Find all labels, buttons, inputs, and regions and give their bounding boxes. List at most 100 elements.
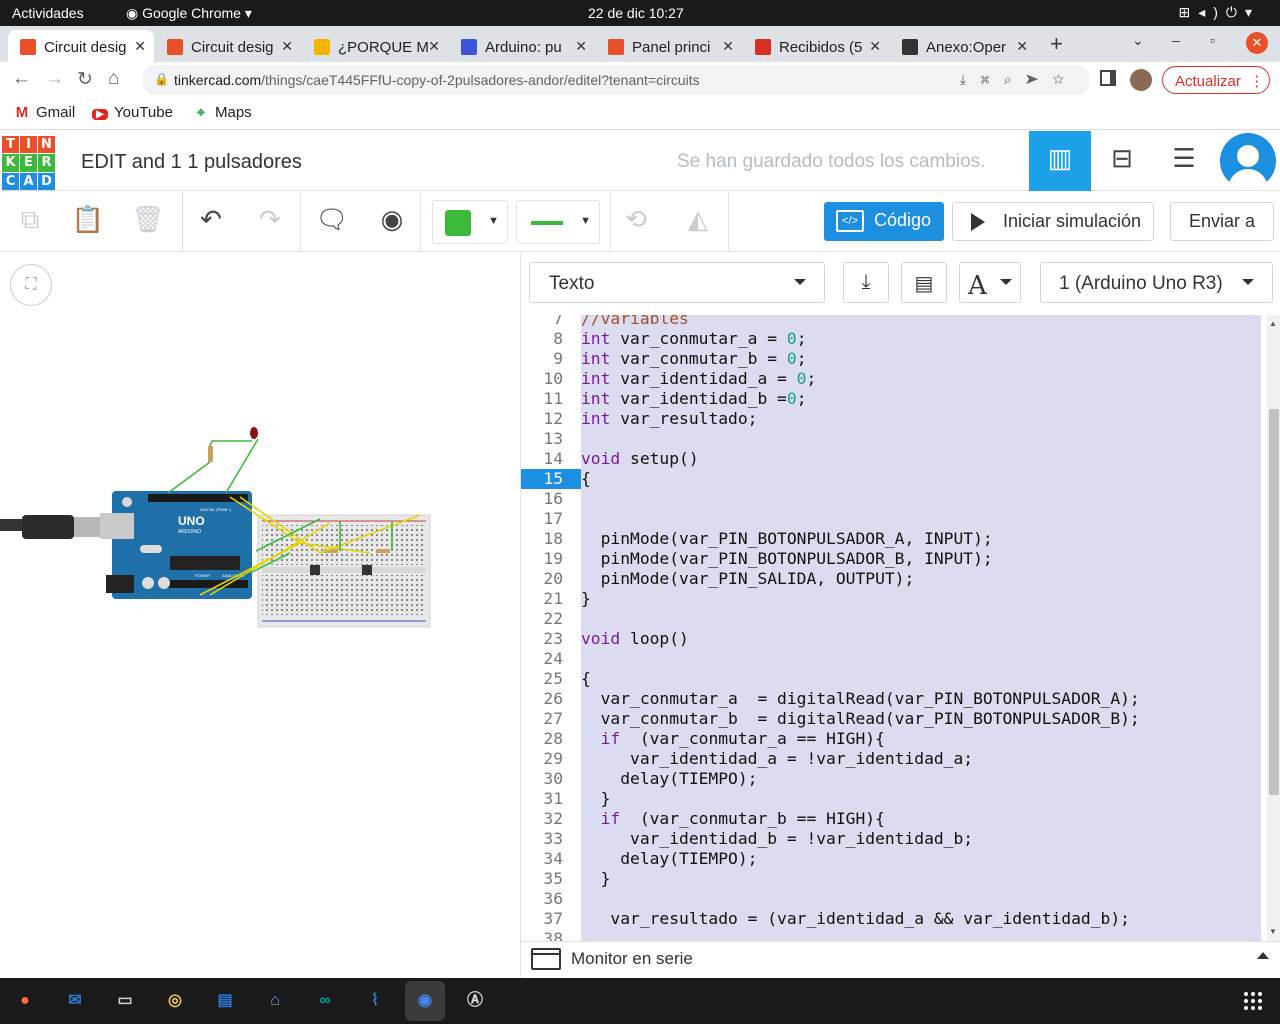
tab-search-icon[interactable]: ⌄ xyxy=(1132,32,1144,49)
browser-tab[interactable]: Circuit desig ✕ xyxy=(155,30,301,62)
minimize-icon[interactable]: – xyxy=(1172,32,1180,48)
software-icon[interactable]: ⌂ xyxy=(260,986,290,1016)
editor-scrollbar[interactable]: ▲ ▼ xyxy=(1267,315,1280,941)
rotate-icon[interactable]: ⟲ xyxy=(618,204,654,240)
expand-up-icon[interactable] xyxy=(1257,952,1269,959)
copy-icon[interactable]: ⧉ xyxy=(12,204,48,240)
browser-tab[interactable]: Circuit desig ✕ xyxy=(8,30,154,62)
code-line[interactable]: 10 int var_identidad_a = 0; xyxy=(521,369,1261,389)
forward-icon[interactable]: → xyxy=(45,68,64,90)
omnibox-actions[interactable]: ⤓⌘⌕➤☆ xyxy=(960,71,1078,88)
code-line[interactable]: 9 int var_conmutar_b = 0; xyxy=(521,349,1261,369)
bookmark-youtube[interactable]: ▶ YouTube xyxy=(92,104,173,121)
tinkercad-logo[interactable]: TIN KER CAD xyxy=(2,136,56,190)
share-icon[interactable]: ➤ xyxy=(1026,71,1053,87)
font-size-button[interactable]: A xyxy=(959,262,1021,303)
redo-icon[interactable]: ↷ xyxy=(252,204,288,240)
code-line[interactable]: 22 xyxy=(521,609,1261,629)
code-line[interactable]: 13 xyxy=(521,429,1261,449)
serial-monitor-bar[interactable]: Monitor en serie xyxy=(521,941,1280,978)
code-line[interactable]: 25 { xyxy=(521,669,1261,689)
tab-close-icon[interactable]: ✕ xyxy=(134,38,146,55)
user-avatar[interactable] xyxy=(1220,133,1276,189)
browser-tab[interactable]: Anexo:Oper ✕ xyxy=(890,30,1036,62)
code-line[interactable]: 33 var_identidad_b = !var_identidad_b; xyxy=(521,829,1261,849)
bookmark-maps[interactable]: ⌖ Maps xyxy=(193,104,252,121)
code-line[interactable]: 29 var_identidad_a = !var_identidad_a; xyxy=(521,749,1261,769)
code-line[interactable]: 16 xyxy=(521,489,1261,509)
code-mode-select[interactable]: Texto xyxy=(529,262,825,303)
tab-close-icon[interactable]: ✕ xyxy=(869,38,881,55)
zoom-icon[interactable]: ⌕ xyxy=(1004,71,1026,87)
code-line[interactable]: 8 int var_conmutar_a = 0; xyxy=(521,329,1261,349)
profile-avatar[interactable] xyxy=(1130,69,1152,91)
inkscape-icon[interactable]: Ⓐ xyxy=(460,986,490,1016)
send-to-button[interactable]: Enviar a xyxy=(1170,202,1274,241)
firefox-icon[interactable]: ● xyxy=(10,986,40,1016)
clock[interactable]: 22 de dic 10:27 xyxy=(588,5,684,21)
new-tab-button[interactable]: + xyxy=(1050,31,1063,57)
code-line[interactable]: 30 delay(TIEMPO); xyxy=(521,769,1261,789)
code-editor[interactable]: 7 //variables 8 int var_conmutar_a = 0; 9 int… xyxy=(521,315,1267,941)
code-line[interactable]: 18 pinMode(var_PIN_BOTONPULSADOR_A, INPU… xyxy=(521,529,1261,549)
tab-close-icon[interactable]: ✕ xyxy=(1016,38,1028,55)
schematic-view-button[interactable]: ⊟ xyxy=(1091,131,1153,191)
code-line[interactable]: 17 xyxy=(521,509,1261,529)
chrome-icon[interactable]: ◉ xyxy=(405,981,445,1021)
tab-close-icon[interactable]: ✕ xyxy=(575,38,587,55)
notes-icon[interactable]: 🗨 xyxy=(314,204,350,240)
tab-close-icon[interactable]: ✕ xyxy=(281,38,293,55)
side-panel-icon[interactable] xyxy=(1100,70,1116,86)
maximize-icon[interactable]: ▫ xyxy=(1210,32,1215,48)
delete-icon[interactable]: 🗑 xyxy=(130,204,166,240)
tab-close-icon[interactable]: ✕ xyxy=(722,38,734,55)
wire-style-picker[interactable]: ▼ xyxy=(516,200,600,244)
code-button[interactable]: </> Código xyxy=(824,202,944,241)
tab-close-icon[interactable]: ✕ xyxy=(428,38,440,55)
code-line[interactable]: 23 void loop() xyxy=(521,629,1261,649)
code-line[interactable]: 26 var_conmutar_a = digitalRead(var_PIN_… xyxy=(521,689,1261,709)
code-line[interactable]: 11 int var_identidad_b =0; xyxy=(521,389,1261,409)
start-simulation-button[interactable]: Iniciar simulación xyxy=(952,202,1154,241)
code-line[interactable]: 34 delay(TIEMPO); xyxy=(521,849,1261,869)
scroll-up-icon[interactable]: ▲ xyxy=(1269,319,1277,328)
install-icon[interactable]: ⤓ xyxy=(960,71,980,87)
code-line[interactable]: 27 var_conmutar_b = digitalRead(var_PIN_… xyxy=(521,709,1261,729)
bookmark-gmail[interactable]: M Gmail xyxy=(14,104,75,121)
circuit-canvas[interactable]: ⛶ UNO ARDUINO DIGITAL (PWM~) POWER ANALO… xyxy=(0,253,520,978)
app-menu[interactable]: ◉ Google Chrome ▾ xyxy=(126,5,252,22)
browser-tab[interactable]: Recibidos (5 ✕ xyxy=(743,30,889,62)
scrollbar-thumb[interactable] xyxy=(1269,409,1279,795)
arduino-ide-icon[interactable]: ∞ xyxy=(310,986,340,1016)
code-line[interactable]: 28 if (var_conmutar_a == HIGH){ xyxy=(521,729,1261,749)
url-bar[interactable]: 🔒 tinkercad.com/things/caeT445FFfU-copy-… xyxy=(142,65,1090,95)
flip-icon[interactable]: ◭ xyxy=(680,204,716,240)
libreoffice-writer-icon[interactable]: ▤ xyxy=(210,986,240,1016)
circuit-view-button[interactable]: ▥ xyxy=(1029,131,1091,191)
code-line[interactable]: 37 var_resultado = (var_identidad_a && v… xyxy=(521,909,1261,929)
translate-icon[interactable]: ⌘ xyxy=(980,71,1004,87)
system-tray[interactable]: ⊞◂)⏻▾ xyxy=(1178,4,1260,21)
code-line[interactable]: 32 if (var_conmutar_b == HIGH){ xyxy=(521,809,1261,829)
code-line[interactable]: 35 } xyxy=(521,869,1261,889)
code-line[interactable]: 15{ xyxy=(521,469,1261,489)
close-window-icon[interactable]: ✕ xyxy=(1246,32,1268,54)
visibility-icon[interactable]: ◉ xyxy=(374,204,410,240)
files-icon[interactable]: ▭ xyxy=(110,986,140,1016)
update-button[interactable]: Actualizar ⋮ xyxy=(1162,66,1270,94)
thunderbird-icon[interactable]: ✉ xyxy=(60,986,90,1016)
code-line[interactable]: 31 } xyxy=(521,789,1261,809)
component-list-button[interactable]: ☰ xyxy=(1153,131,1215,191)
home-icon[interactable]: ⌂ xyxy=(108,68,119,90)
code-line[interactable]: 24 xyxy=(521,649,1261,669)
code-line[interactable]: 19 pinMode(var_PIN_BOTONPULSADOR_B, INPU… xyxy=(521,549,1261,569)
browser-tab[interactable]: Arduino: pu ✕ xyxy=(449,30,595,62)
project-title[interactable]: EDIT and 1 1 pulsadores xyxy=(81,151,302,174)
libraries-button[interactable]: ▤ xyxy=(901,262,947,303)
scroll-down-icon[interactable]: ▼ xyxy=(1269,927,1277,936)
code-line[interactable]: 12 int var_resultado; xyxy=(521,409,1261,429)
code-line[interactable]: 14 void setup() xyxy=(521,449,1261,469)
download-code-button[interactable]: ⤓ xyxy=(843,262,889,303)
color-picker[interactable]: ▼ xyxy=(432,200,508,244)
paste-icon[interactable]: 📋 xyxy=(70,204,106,240)
